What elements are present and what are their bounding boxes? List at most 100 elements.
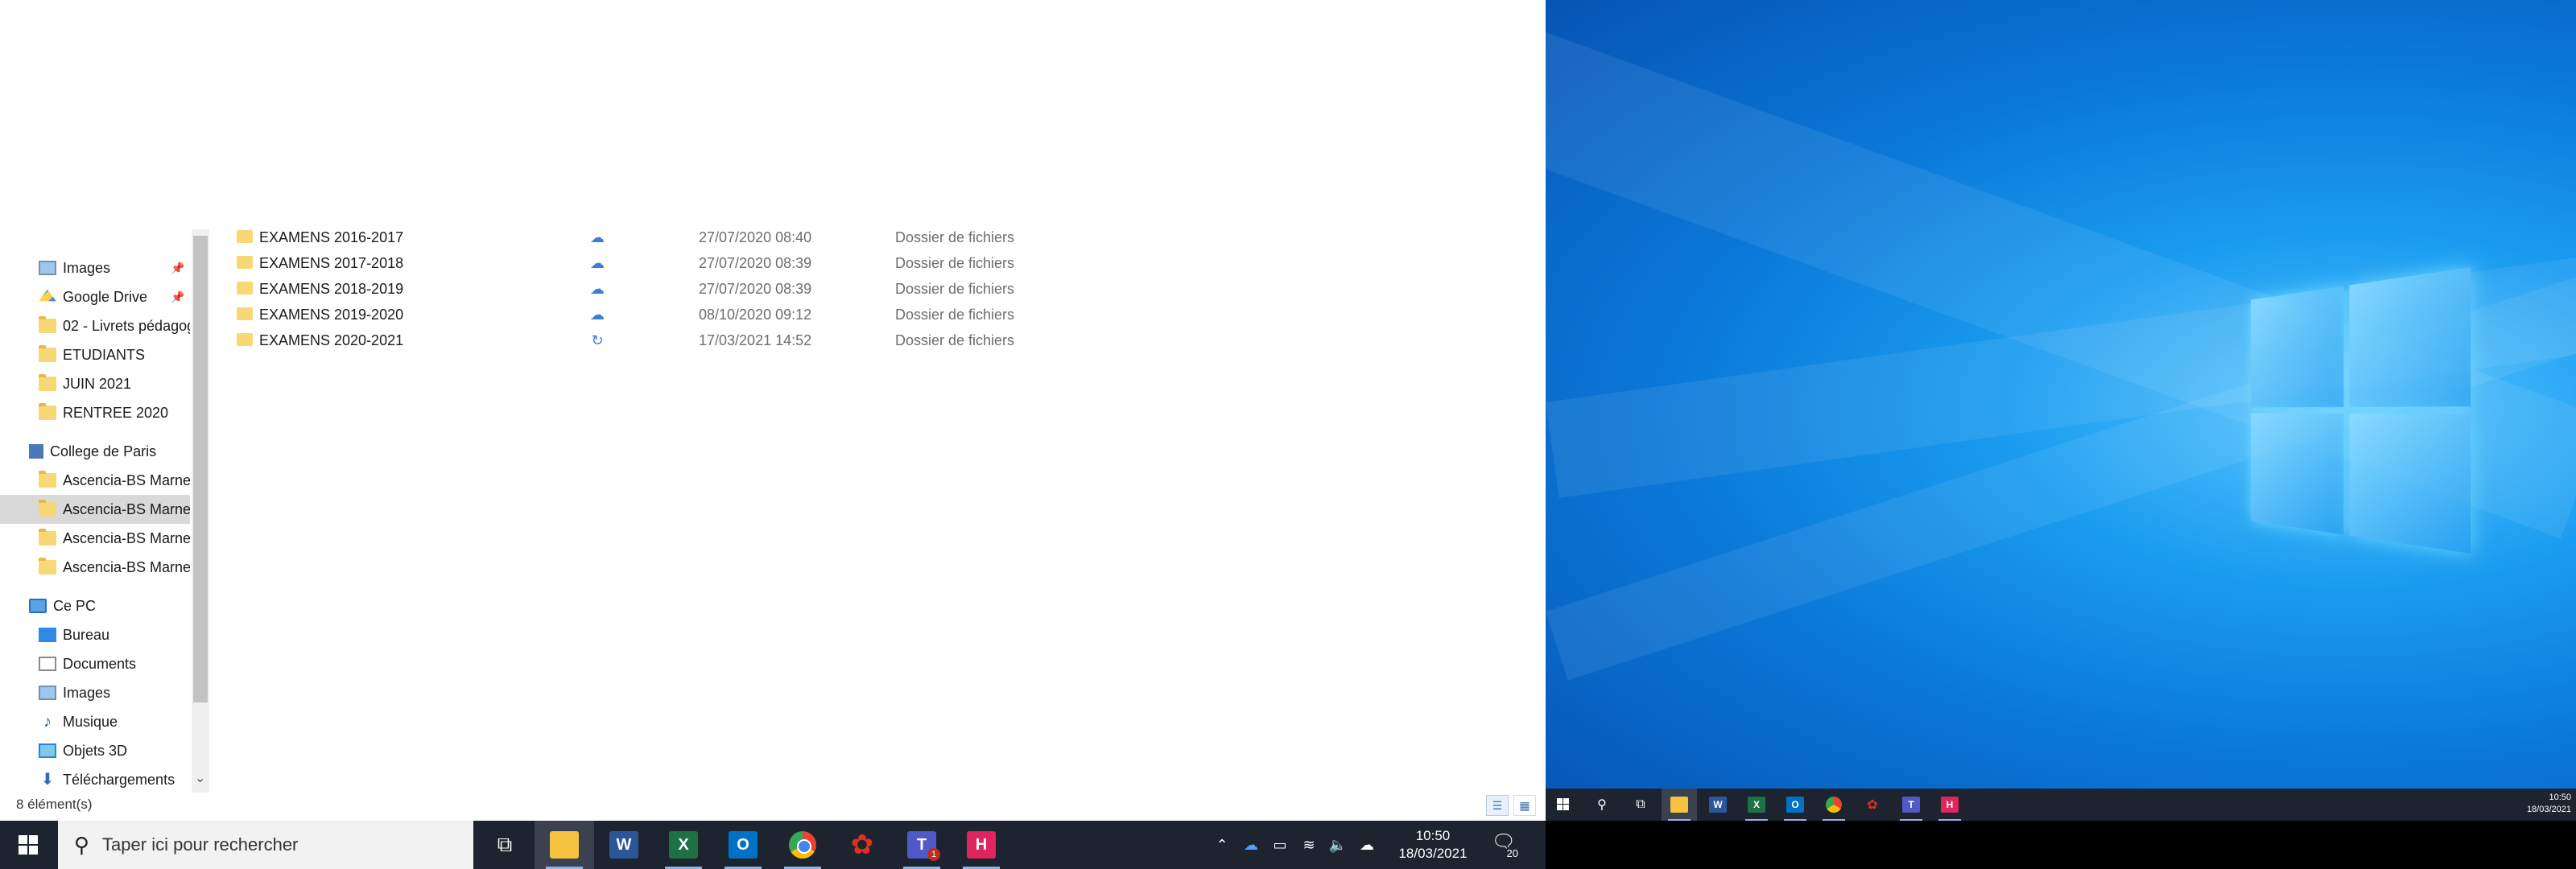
nav-item[interactable]: ♪ Musique [0, 707, 190, 736]
excel-icon: X [669, 831, 698, 859]
nav-item[interactable]: RENTREE 2020 [0, 398, 190, 427]
taskbar-word[interactable]: W [594, 821, 654, 869]
search-button-secondary[interactable]: ⚲ [1584, 789, 1620, 821]
windows-logo-icon [2222, 267, 2471, 554]
scrollbar-thumb[interactable] [193, 236, 208, 702]
word-secondary[interactable]: W [1700, 789, 1736, 821]
file-name: EXAMENS 2017-2018 [259, 254, 404, 271]
excel-secondary[interactable]: X [1739, 789, 1774, 821]
h-app-secondary[interactable]: H [1932, 789, 1967, 821]
nav-item[interactable]: Images 📌 [0, 253, 190, 282]
show-hidden-icons-icon[interactable]: ⌃ [1208, 837, 1236, 854]
chrome-icon [1826, 797, 1842, 813]
nav-item[interactable]: Ascencia-BS Marne [0, 466, 190, 495]
taskbar-chrome[interactable] [773, 821, 832, 869]
nav-item-label: Ascencia-BS Marne [63, 529, 190, 546]
navigation-pane: Images 📌 Google Drive 📌 02 - Livrets pédagog… [0, 229, 209, 793]
nav-item[interactable]: 02 - Livrets pédagogiques [0, 311, 190, 340]
nav-item-label: Documents [63, 655, 137, 672]
search-icon: ⚲ [1597, 798, 1607, 812]
secondary-clock[interactable]: 10:50 18/03/2021 [2527, 792, 2571, 816]
taskbar-acrobat[interactable]: ✿ [832, 821, 892, 869]
volume-icon[interactable]: 🔈 [1323, 837, 1352, 854]
file-row[interactable]: EXAMENS 2018-2019 ☁ 27/07/2020 08:39 Dossie… [225, 276, 1111, 302]
nav-item[interactable]: Objets 3D [0, 736, 190, 765]
taskbar-outlook[interactable]: O [713, 821, 773, 869]
battery-icon[interactable]: ▭ [1265, 837, 1294, 854]
taskbar-file-explorer[interactable] [535, 821, 594, 869]
file-explorer-secondary[interactable] [1662, 789, 1697, 821]
acrobat-secondary[interactable]: ✿ [1855, 789, 1890, 821]
teams-secondary[interactable]: T [1893, 789, 1929, 821]
nav-item[interactable]: College de Paris [0, 437, 190, 466]
secondary-clock-time: 10:50 [2549, 793, 2571, 802]
folder-icon [39, 316, 56, 333]
nav-item[interactable]: Documents [0, 649, 190, 678]
navigation-scrollbar[interactable]: ⌄ [192, 229, 209, 793]
nav-item[interactable]: Ascencia-BS Marne [0, 553, 190, 582]
taskbar-search-box[interactable]: ⚲ Taper ici pour rechercher [58, 821, 473, 869]
clock-date: 18/03/2021 [1398, 846, 1468, 861]
nav-item[interactable]: Google Drive 📌 [0, 282, 190, 311]
teams-badge: 1 [927, 848, 940, 861]
nav-item[interactable]: Ascencia-BS Marne [0, 495, 190, 524]
nav-item[interactable]: ETUDIANTS [0, 340, 190, 369]
large-icons-view-icon[interactable]: ▦ [1513, 795, 1536, 816]
details-view-icon[interactable]: ☰ [1486, 795, 1509, 816]
objects-3d-icon [39, 743, 56, 758]
nav-item[interactable]: ⬇ Téléchargements [0, 765, 190, 793]
file-explorer-window: Images 📌 Google Drive 📌 02 - Livrets pédagog… [0, 0, 1546, 821]
task-view-secondary[interactable]: ⧉ [1623, 789, 1658, 821]
task-view-icon: ⧉ [497, 832, 513, 856]
nav-item-label: College de Paris [50, 443, 157, 459]
view-toggles: ☰ ▦ [1486, 795, 1536, 816]
taskbar-h-app[interactable]: H [952, 821, 1011, 869]
pc-icon [29, 599, 47, 613]
nav-item[interactable]: JUIN 2021 [0, 369, 190, 398]
wifi-icon[interactable]: ≋ [1294, 837, 1323, 854]
outlook-icon: O [1786, 797, 1804, 813]
teams-icon: T [1902, 797, 1920, 813]
onedrive-icon[interactable]: ☁ [1236, 837, 1265, 854]
scroll-down-icon[interactable]: ⌄ [195, 770, 205, 786]
word-icon: W [609, 831, 638, 859]
nav-item[interactable]: Bureau [0, 620, 190, 649]
documents-icon [39, 657, 56, 671]
file-row[interactable]: EXAMENS 2017-2018 ☁ 27/07/2020 08:39 Dossie… [225, 250, 1111, 276]
screen-border [1546, 821, 2576, 869]
nav-item-label: Google Drive [63, 288, 148, 305]
start-button[interactable] [0, 821, 56, 869]
nav-item[interactable]: Ascencia-BS Marne [0, 524, 190, 553]
notifications-button[interactable]: 🗨 20 [1488, 830, 1520, 859]
task-view-button[interactable]: ⧉ [475, 821, 535, 869]
folder-icon [237, 307, 253, 320]
file-row[interactable]: EXAMENS 2019-2020 ☁ 08/10/2020 09:12 Dossie… [225, 302, 1111, 327]
taskbar-clock[interactable]: 10:50 18/03/2021 [1385, 827, 1481, 863]
file-type: Dossier de fichiers [895, 332, 1015, 348]
chrome-secondary[interactable] [1816, 789, 1852, 821]
outlook-secondary[interactable]: O [1777, 789, 1813, 821]
desktop-wallpaper [1546, 0, 2576, 789]
h-app-icon: H [967, 831, 996, 859]
file-type: Dossier de fichiers [895, 306, 1015, 323]
windows-icon [1557, 798, 1569, 810]
pin-icon: 📌 [171, 261, 185, 274]
file-row[interactable]: EXAMENS 2020-2021 ↻ 17/03/2021 14:52 Dossie… [225, 327, 1111, 353]
nav-item-label: Ce PC [53, 597, 97, 614]
start-button-secondary[interactable] [1557, 798, 1569, 810]
file-name: EXAMENS 2020-2021 [259, 332, 404, 348]
nav-item[interactable]: Ce PC [0, 591, 190, 620]
outlook-icon: O [729, 831, 758, 859]
file-date: 27/07/2020 08:39 [699, 280, 812, 297]
cloud-upload-icon[interactable]: ☁ [1352, 837, 1381, 854]
nav-item[interactable]: Images [0, 678, 190, 707]
chrome-icon [789, 831, 816, 859]
file-row[interactable]: EXAMENS 2016-2017 ☁ 27/07/2020 08:40 Dossie… [225, 229, 1111, 250]
taskbar-teams[interactable]: T 1 [892, 821, 952, 869]
taskbar-excel[interactable]: X [654, 821, 713, 869]
nav-item-label: Bureau [63, 626, 110, 643]
file-date: 27/07/2020 08:40 [699, 229, 812, 245]
cloud-status-icon: ☁ [590, 254, 605, 271]
folder-icon [39, 500, 56, 517]
sync-status-icon: ↻ [591, 332, 604, 348]
